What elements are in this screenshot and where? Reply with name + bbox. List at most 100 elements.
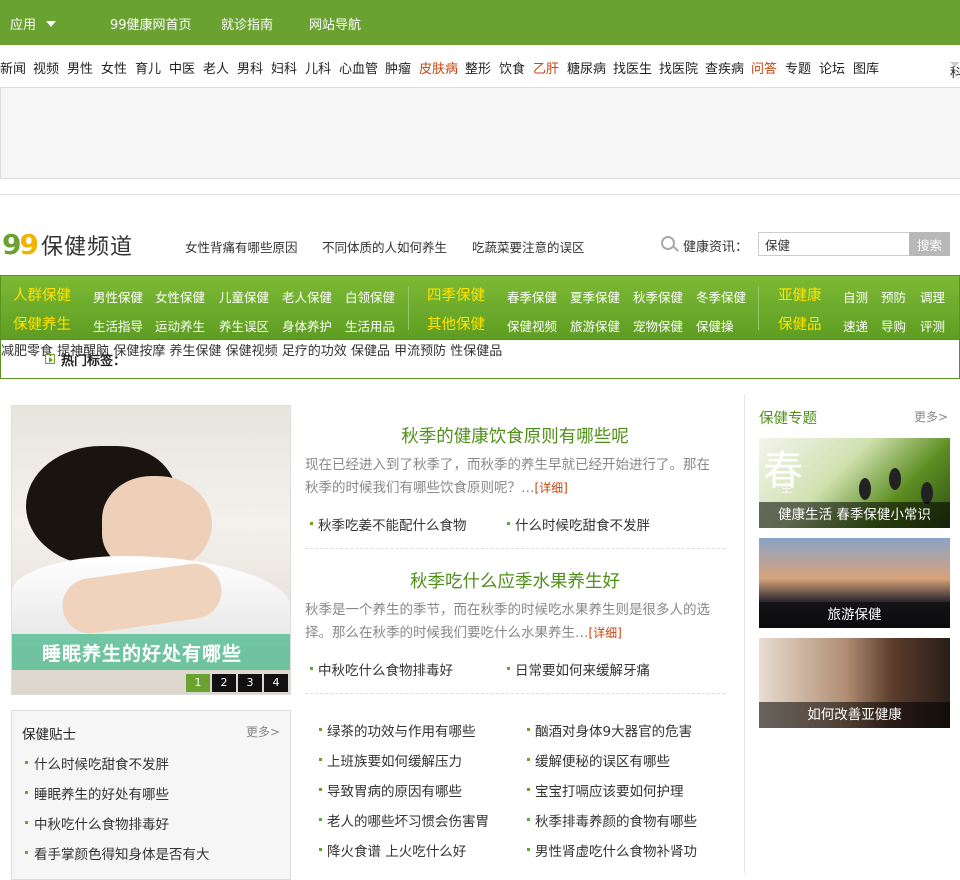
hot-tag[interactable]: 保健品 xyxy=(351,344,390,359)
special-card[interactable]: 春 生 健康生活 春季保健小常识 xyxy=(759,438,950,528)
list-item[interactable]: 日常要如何来缓解牙痛 xyxy=(507,659,650,679)
image-slider[interactable]: 睡眠养生的好处有哪些 1 2 3 4 xyxy=(11,405,291,695)
channel-link[interactable]: 找医院 xyxy=(659,58,698,77)
channel-link[interactable]: 图库 xyxy=(853,58,879,77)
slide-page-4[interactable]: 4 xyxy=(264,674,288,692)
detail-link[interactable]: [详细] xyxy=(535,481,568,495)
special-card[interactable]: 如何改善亚健康 xyxy=(759,638,950,728)
nav-item[interactable]: 旅游保健 xyxy=(570,316,620,335)
nav-item[interactable]: 调理 xyxy=(920,287,945,306)
slide-page-3[interactable]: 3 xyxy=(238,674,262,692)
channel-link[interactable]: 乙肝 xyxy=(533,58,559,77)
list-item[interactable]: 绿茶的功效与作用有哪些 xyxy=(319,720,476,740)
slide-page-1[interactable]: 1 xyxy=(186,674,210,692)
channel-link[interactable]: 老人 xyxy=(203,58,229,77)
nav-item[interactable]: 养生误区 xyxy=(219,316,269,335)
channel-link[interactable]: 饮食 xyxy=(499,58,525,77)
list-item[interactable]: 什么时候吃甜食不发胖 xyxy=(507,514,650,534)
nav-item[interactable]: 女性保健 xyxy=(155,287,205,306)
list-item[interactable]: 上班族要如何缓解压力 xyxy=(319,750,462,770)
nav-head-subhealth[interactable]: 亚健康 xyxy=(778,284,822,305)
nav-item[interactable]: 宠物保健 xyxy=(633,316,683,335)
article-title[interactable]: 秋季吃什么应季水果养生好 xyxy=(305,568,725,593)
nav-item[interactable]: 预防 xyxy=(881,287,906,306)
list-item[interactable]: 降火食谱 上火吃什么好 xyxy=(318,840,466,860)
list-item[interactable]: 什么时候吃甜食不发胖 xyxy=(25,753,169,773)
channel-link[interactable]: 男性 xyxy=(67,58,93,77)
channel-link[interactable]: 妇科 xyxy=(271,58,297,77)
list-item[interactable]: 秋季吃姜不能配什么食物 xyxy=(310,514,467,534)
list-item[interactable]: 导致胃病的原因有哪些 xyxy=(319,780,462,800)
nav-head-season[interactable]: 四季保健 xyxy=(427,284,485,305)
channel-link[interactable]: 女性 xyxy=(101,58,127,77)
slide-caption[interactable]: 睡眠养生的好处有哪些 xyxy=(12,634,290,670)
nav-item[interactable]: 春季保健 xyxy=(507,287,557,306)
hot-tag[interactable]: 性保健品 xyxy=(450,344,502,359)
channel-link[interactable]: 男科 xyxy=(237,58,263,77)
slide-page-2[interactable]: 2 xyxy=(212,674,236,692)
channel-link[interactable]: 育儿 xyxy=(135,58,161,77)
nav-head-wellness[interactable]: 保健养生 xyxy=(13,313,71,334)
hot-tag[interactable]: 足疗的功效 xyxy=(282,344,347,359)
channel-link[interactable]: 查疾病 xyxy=(705,58,744,77)
list-item[interactable]: 看手掌颜色得知身体是否有大 xyxy=(25,843,210,863)
nav-item[interactable]: 夏季保健 xyxy=(570,287,620,306)
channel-link[interactable]: 论坛 xyxy=(819,58,845,77)
guide-link[interactable]: 就诊指南 xyxy=(221,14,273,33)
channel-link[interactable]: 问答 xyxy=(751,58,777,77)
channel-link[interactable]: 中医 xyxy=(169,58,195,77)
nav-item[interactable]: 保健操 xyxy=(696,316,734,335)
apps-menu[interactable]: 应用 xyxy=(10,14,57,33)
nav-item[interactable]: 运动养生 xyxy=(155,316,205,335)
nav-head-products[interactable]: 保健品 xyxy=(778,313,822,334)
sitemap-link[interactable]: 网站导航 xyxy=(309,14,361,33)
list-item[interactable]: 中秋吃什么食物排毒好 xyxy=(310,659,453,679)
nav-item[interactable]: 老人保健 xyxy=(282,287,332,306)
nav-item[interactable]: 自测 xyxy=(843,287,868,306)
channel-link[interactable]: 专题 xyxy=(785,58,811,77)
nav-item[interactable]: 身体养护 xyxy=(282,316,332,335)
list-item[interactable]: 睡眠养生的好处有哪些 xyxy=(25,783,169,803)
list-item[interactable]: 老人的哪些坏习惯会伤害胃 xyxy=(319,810,489,830)
nav-item[interactable]: 导购 xyxy=(881,316,906,335)
site-logo[interactable]: 99 保健频道 xyxy=(2,228,133,261)
channel-link[interactable]: 糖尿病 xyxy=(567,58,606,77)
nav-item[interactable]: 白领保健 xyxy=(345,287,395,306)
list-item[interactable]: 男性肾虚吃什么食物补肾功 xyxy=(527,840,697,860)
header-link[interactable]: 吃蔬菜要注意的误区 xyxy=(472,237,585,256)
header-link[interactable]: 不同体质的人如何养生 xyxy=(322,237,447,256)
nav-item[interactable]: 秋季保健 xyxy=(633,287,683,306)
list-item[interactable]: 中秋吃什么食物排毒好 xyxy=(25,813,169,833)
nav-head-crowd[interactable]: 人群保健 xyxy=(13,284,71,305)
article-title[interactable]: 秋季的健康饮食原则有哪些呢 xyxy=(305,423,725,448)
tips-more-link[interactable]: 更多> xyxy=(246,723,280,740)
channel-link[interactable]: 新闻 xyxy=(0,58,26,77)
header-link[interactable]: 女性背痛有哪些原因 xyxy=(185,237,298,256)
nav-item[interactable]: 评测 xyxy=(920,316,945,335)
special-card[interactable]: 旅游保健 xyxy=(759,538,950,628)
channel-link[interactable]: 找医生 xyxy=(613,58,652,77)
detail-link[interactable]: [详细] xyxy=(589,626,622,640)
hot-tag[interactable]: 养生保健 xyxy=(169,344,221,359)
channel-link[interactable]: 心血管 xyxy=(339,58,378,77)
channel-link[interactable]: 儿科 xyxy=(305,58,331,77)
nav-item[interactable]: 生活用品 xyxy=(345,316,395,335)
channel-link[interactable]: 整形 xyxy=(465,58,491,77)
channel-link[interactable]: 皮肤病 xyxy=(419,58,458,77)
list-item[interactable]: 缓解便秘的误区有哪些 xyxy=(527,750,670,770)
channel-link[interactable]: 视频 xyxy=(33,58,59,77)
list-item[interactable]: 秋季排毒养颜的食物有哪些 xyxy=(527,810,697,830)
nav-item[interactable]: 男性保健 xyxy=(93,287,143,306)
nav-item[interactable]: 生活指导 xyxy=(93,316,143,335)
nav-item[interactable]: 冬季保健 xyxy=(696,287,746,306)
home-link[interactable]: 99健康网首页 xyxy=(110,14,192,33)
hot-tag[interactable]: 保健视频 xyxy=(226,344,278,359)
nav-head-other[interactable]: 其他保健 xyxy=(427,313,485,334)
list-item[interactable]: 酗酒对身体9大器官的危害 xyxy=(526,720,692,740)
list-item[interactable]: 宝宝打嗝应该要如何护理 xyxy=(527,780,684,800)
search-button[interactable]: 搜索 xyxy=(909,232,950,256)
hot-tag[interactable]: 甲流预防 xyxy=(394,344,446,359)
special-more-link[interactable]: 更多> xyxy=(914,408,948,425)
nav-item[interactable]: 儿童保健 xyxy=(219,287,269,306)
channel-link[interactable]: 肿瘤 xyxy=(385,58,411,77)
